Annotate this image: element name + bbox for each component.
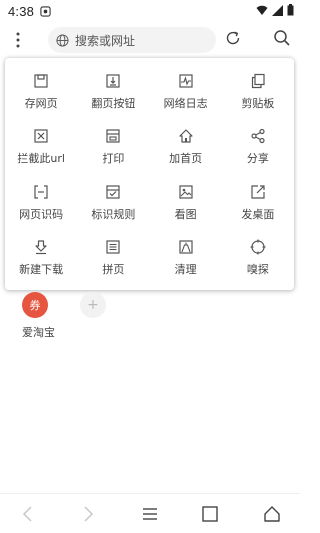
- globe-icon: [56, 33, 69, 47]
- menu-item-label: 加首页: [169, 152, 203, 166]
- menu-item-save-page[interactable]: 存网页: [5, 64, 77, 120]
- menu-icon[interactable]: [140, 504, 160, 524]
- menu-item-label: 分享: [246, 152, 269, 166]
- menu-item-sniff[interactable]: 嗅探: [222, 231, 294, 287]
- menu-item-label: 嗅探: [246, 263, 269, 277]
- page-turn-icon: [106, 74, 120, 88]
- clipboard-icon: [251, 73, 265, 88]
- menu-item-print[interactable]: 打印: [77, 120, 149, 176]
- back-icon[interactable]: [18, 504, 38, 524]
- menu-item-label: 翻页按钮: [91, 96, 136, 110]
- menu-item-label: 存网页: [24, 96, 58, 110]
- merge-page-icon: [106, 240, 120, 254]
- menu-item-label: 新建下载: [19, 263, 64, 277]
- status-time: 4:38: [8, 3, 35, 19]
- search-icon[interactable]: [273, 29, 291, 47]
- menu-item-send-desktop[interactable]: 发桌面: [222, 175, 294, 231]
- menu-item-network-log[interactable]: 网络日志: [150, 64, 222, 120]
- menu-item-block-url[interactable]: 拦截此url: [5, 120, 77, 176]
- clean-icon: [179, 240, 193, 254]
- add-shortcut-icon[interactable]: +: [80, 292, 106, 318]
- menu-item-scan-code[interactable]: 网页识码: [5, 175, 77, 231]
- print-icon: [106, 129, 120, 143]
- menu-item-share[interactable]: 分享: [222, 120, 294, 176]
- cell-signal-icon: [272, 4, 283, 16]
- scan-code-icon: [34, 185, 48, 199]
- tabs-icon[interactable]: [200, 504, 220, 524]
- top-bar: 搜索或网址: [0, 22, 300, 58]
- search-placeholder: 搜索或网址: [75, 33, 136, 48]
- home-icon[interactable]: [262, 504, 282, 524]
- status-indicators: [256, 4, 294, 16]
- save-page-icon: [34, 74, 48, 88]
- block-url-icon: [34, 129, 48, 143]
- menu-item-label: 网页识码: [19, 207, 64, 221]
- menu-item-merge-page[interactable]: 拼页: [77, 231, 149, 287]
- new-download-icon: [35, 240, 47, 255]
- menu-item-label: 拼页: [102, 263, 125, 277]
- mark-rule-icon: [106, 185, 120, 199]
- bottom-nav: [0, 493, 300, 533]
- menu-item-clean[interactable]: 清理: [150, 231, 222, 287]
- menu-item-page-turn[interactable]: 翻页按钮: [77, 64, 149, 120]
- menu-item-label: 看图: [174, 207, 197, 221]
- menu-item-add-home[interactable]: 加首页: [150, 120, 222, 176]
- menu-item-mark-rule[interactable]: 标识规则: [77, 175, 149, 231]
- menu-item-label: 发桌面: [241, 207, 275, 221]
- menu-item-label: 清理: [174, 263, 197, 277]
- menu-item-new-download[interactable]: 新建下载: [5, 231, 77, 287]
- menu-item-label: 标识规则: [91, 207, 136, 221]
- menu-item-label: 剪贴板: [241, 96, 275, 110]
- add-home-icon: [179, 129, 193, 143]
- tools-menu-panel: 存网页 翻页按钮 网络日志 剪贴板 拦截此url 打印 加首页 分享 网页识码 …: [5, 58, 294, 290]
- coupon-shortcut-icon[interactable]: 券: [22, 292, 48, 318]
- send-desktop-icon: [251, 185, 265, 199]
- forward-icon[interactable]: [78, 504, 98, 524]
- network-log-icon: [179, 74, 193, 88]
- battery-icon: [287, 4, 294, 16]
- menu-item-label: 网络日志: [163, 96, 208, 110]
- status-bar: 4:38: [0, 0, 300, 22]
- menu-item-label: 打印: [102, 152, 125, 166]
- menu-item-clipboard[interactable]: 剪贴板: [222, 64, 294, 120]
- app-notification-icon: [40, 5, 51, 17]
- share-icon: [251, 129, 265, 144]
- more-menu-icon[interactable]: [12, 30, 24, 50]
- sniff-icon: [250, 239, 266, 255]
- menu-item-view-image[interactable]: 看图: [150, 175, 222, 231]
- view-image-icon: [179, 185, 193, 199]
- refresh-icon[interactable]: [224, 29, 242, 47]
- coupon-shortcut-label: 爱淘宝: [22, 326, 55, 339]
- address-bar[interactable]: 搜索或网址: [48, 27, 216, 53]
- wifi-icon: [256, 5, 268, 15]
- menu-item-label: 拦截此url: [17, 152, 65, 166]
